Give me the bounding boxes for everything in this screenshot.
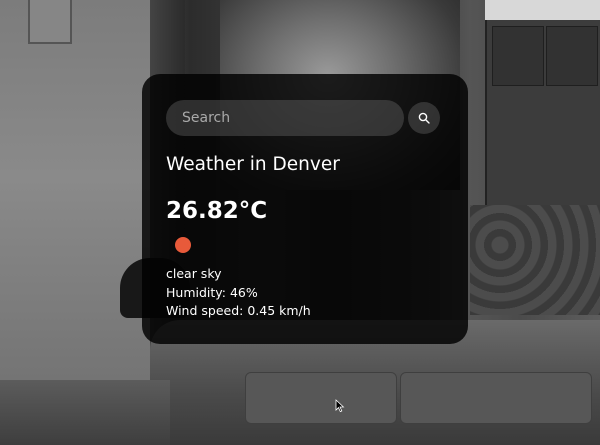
humidity: Humidity: 46%: [166, 285, 258, 300]
city-title: Weather in Denver: [166, 154, 340, 175]
background-sofa-cushion: [245, 372, 397, 424]
background-floor: [0, 380, 170, 445]
background-picture-frame: [28, 0, 72, 44]
search-bar: [166, 100, 440, 136]
background-counter: [470, 205, 600, 315]
background-wall-strip: [485, 0, 600, 20]
search-input[interactable]: [166, 100, 404, 136]
wind-speed: Wind speed: 0.45 km/h: [166, 303, 311, 318]
weather-description: clear sky: [166, 266, 222, 281]
sun-icon: [175, 237, 191, 253]
search-icon: [418, 112, 430, 124]
search-button[interactable]: [408, 102, 440, 134]
background-wall: [0, 0, 150, 445]
background-cabinet-door: [546, 26, 598, 86]
background-cabinet-door: [492, 26, 544, 86]
temperature: 26.82°C: [166, 198, 268, 224]
background-sofa-cushion: [400, 372, 592, 424]
weather-card: Weather in Denver 26.82°C clear sky Humi…: [142, 74, 468, 344]
